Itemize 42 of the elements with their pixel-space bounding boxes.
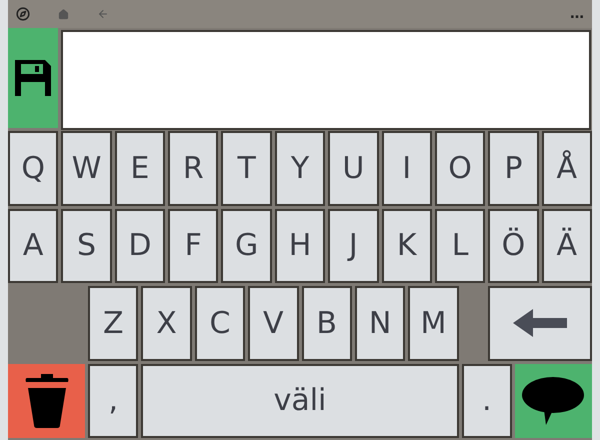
key[interactable]: E [114,131,166,206]
left-arrow-icon [513,309,568,338]
key[interactable]: Ö [488,208,539,283]
text-field[interactable] [61,30,591,130]
key[interactable]: , [88,364,138,438]
key[interactable]: W [61,131,112,206]
more-button[interactable]: … [570,7,584,21]
key[interactable]: Y [274,131,326,206]
key[interactable]: Ä [542,208,592,283]
clear-button[interactable] [8,364,86,438]
key[interactable]: H [274,208,326,283]
key[interactable]: U [328,131,379,206]
key[interactable]: C [194,286,246,360]
key[interactable]: T [221,131,272,206]
key[interactable]: V [248,286,298,360]
key[interactable]: X [141,286,192,360]
save-button[interactable] [8,28,58,128]
key[interactable]: D [114,208,166,283]
key[interactable]: N [354,286,406,360]
key[interactable]: L [434,208,486,283]
key[interactable]: P [488,131,539,206]
key[interactable]: S [61,208,112,283]
key[interactable]: A [8,208,58,283]
key[interactable]: R [168,131,218,206]
key[interactable]: Å [542,131,592,206]
speech-bubble-icon [522,376,584,425]
backspace-key[interactable] [488,286,592,360]
key[interactable]: K [382,208,432,283]
key[interactable]: F [168,208,218,283]
key[interactable]: J [328,208,379,283]
key[interactable]: O [434,131,486,206]
key[interactable]: B [302,286,352,360]
space-key[interactable]: väli [141,364,459,438]
key[interactable]: Z [88,286,138,360]
key[interactable]: . [462,364,512,438]
key[interactable]: I [382,131,432,206]
key[interactable]: M [408,286,459,360]
key[interactable]: Q [8,131,58,206]
compass-icon[interactable] [16,7,30,21]
trash-icon [24,374,69,428]
speak-button[interactable] [514,364,592,438]
key[interactable]: G [221,208,272,283]
